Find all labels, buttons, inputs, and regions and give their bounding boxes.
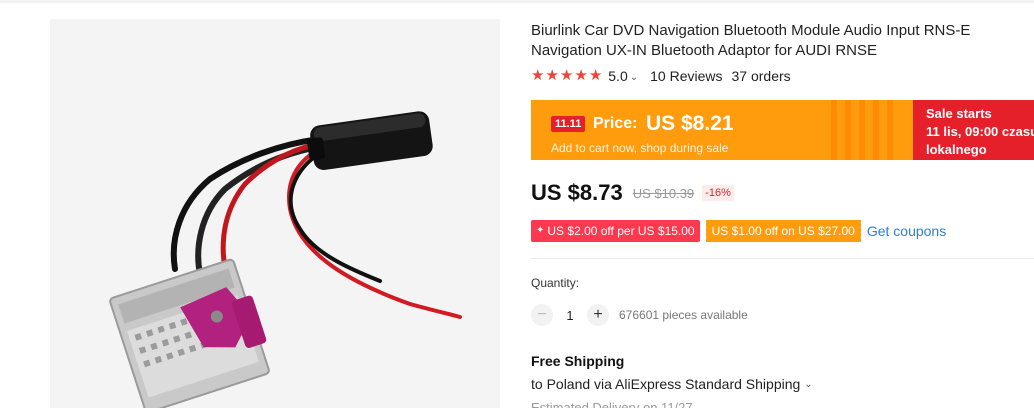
sparkle-icon: ✦ <box>536 225 545 236</box>
star-icon: ★ <box>574 67 588 84</box>
sale-event-badge: 11.11 <box>551 116 586 132</box>
sale-start-line1: Sale starts <box>926 106 992 121</box>
product-image[interactable] <box>50 19 500 408</box>
product-title: Biurlink Car DVD Navigation Bluetooth Mo… <box>531 22 971 59</box>
quantity-stepper: − 1 + 676601 pieces available <box>531 304 748 326</box>
chevron-down-icon: ⌄ <box>804 378 813 390</box>
get-coupons-link[interactable]: Get coupons <box>867 223 946 239</box>
star-icon: ★ <box>559 67 574 84</box>
sale-banner-subtext: Add to cart now, shop during sale <box>551 141 729 155</box>
product-info-panel: Biurlink Car DVD Navigation Bluetooth Mo… <box>531 0 1034 408</box>
sale-start-line3: lokalnego <box>926 142 987 157</box>
chevron-down-icon[interactable]: ⌄ <box>630 72 638 83</box>
discount-badge: -16% <box>702 185 734 201</box>
rating-stars: ★ ★ ★ ★ ★ <box>531 68 602 84</box>
sale-start-text: Sale starts 11 lis, 09:00 czasu lokalneg… <box>926 105 1034 159</box>
estimated-delivery: Estimated Delivery on 11/27 <box>531 400 693 408</box>
orders-count: 37 orders <box>731 68 791 84</box>
star-icon: ★ <box>545 67 559 84</box>
current-price: US $8.73 <box>531 180 623 205</box>
rating-value[interactable]: 5.0 <box>608 68 627 84</box>
coupon-row: ✦ US $2.00 off per US $15.00 US $1.00 of… <box>531 220 946 242</box>
quantity-input[interactable]: 1 <box>553 308 587 323</box>
star-icon: ★ <box>588 67 603 84</box>
sale-price-banner: 11.11 Price: US $8.21 Add to cart now, s… <box>531 100 1034 160</box>
coupon-store-button[interactable]: ✦ US $2.00 off per US $15.00 <box>531 220 700 242</box>
section-divider <box>531 258 1034 259</box>
coupon-select-button[interactable]: US $1.00 off on US $27.00 <box>703 220 861 242</box>
shipping-method-selector[interactable]: to Poland via AliExpress Standard Shippi… <box>531 376 813 392</box>
rating-row: ★ ★ ★ ★ ★ 5.0 ⌄ 10 Reviews 37 orders <box>531 67 791 85</box>
sale-price-value: US $8.21 <box>646 112 734 135</box>
decrease-quantity-button[interactable]: − <box>531 304 553 326</box>
original-price: US $10.39 <box>632 185 695 201</box>
price-row: US $8.73 US $10.39 -16% <box>531 178 734 208</box>
product-photo <box>50 19 500 408</box>
sale-start-line2: 11 lis, 09:00 czasu <box>926 124 1034 139</box>
shipping-title: Free Shipping <box>531 353 625 369</box>
reviews-link[interactable]: 10 Reviews <box>650 68 722 84</box>
increase-quantity-button[interactable]: + <box>587 304 609 326</box>
coupon-store-label: US $2.00 off per US $15.00 <box>547 224 695 238</box>
shipping-method-label: to Poland via AliExpress Standard Shippi… <box>531 376 801 392</box>
sale-price-label: Price: <box>593 115 638 132</box>
star-icon: ★ <box>531 67 545 84</box>
pieces-available: 676601 pieces available <box>619 308 748 322</box>
quantity-label: Quantity: <box>531 276 580 290</box>
